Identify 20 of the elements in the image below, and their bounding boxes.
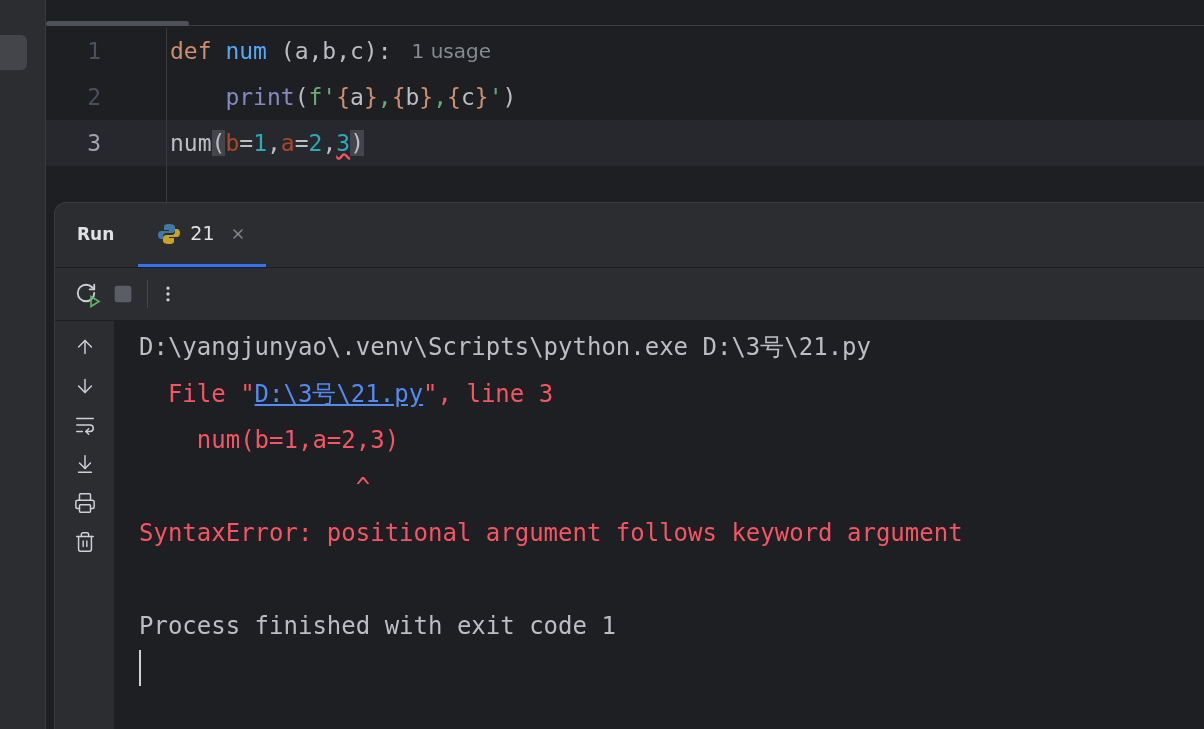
console-line: SyntaxError: positional argument follows keyword argument — [139, 518, 963, 550]
run-tab[interactable]: 21 — [138, 203, 267, 267]
rerun-icon[interactable] — [75, 282, 99, 306]
code-line: num(b=1,a=2,3) — [170, 128, 364, 158]
console-line: File "D:\3号\21.py", line 3 — [166, 378, 554, 410]
file-link[interactable]: D:\3号\21.py — [254, 379, 424, 408]
scrollbar-thumb[interactable] — [46, 21, 189, 26]
console-line: num(b=1,a=2,3) — [195, 425, 400, 457]
code-line: def num (a,b,c): — [170, 36, 392, 66]
trash-icon[interactable] — [73, 531, 96, 553]
panel-title: Run — [76, 223, 116, 247]
line-number: 3 — [86, 128, 102, 158]
usage-hint[interactable]: 1 usage — [411, 36, 491, 66]
text-cursor — [139, 649, 141, 686]
console-line: Process finished with exit code 1 — [139, 611, 616, 643]
console-line: ^ — [354, 471, 371, 503]
console-line: D:\yangjunyao\.venv\Scripts\python.exe D:\3号\21.py — [139, 332, 871, 364]
print-icon[interactable] — [73, 492, 96, 514]
code-line: print(f'{a},{b},{c}') — [224, 82, 517, 112]
python-icon — [158, 222, 181, 245]
